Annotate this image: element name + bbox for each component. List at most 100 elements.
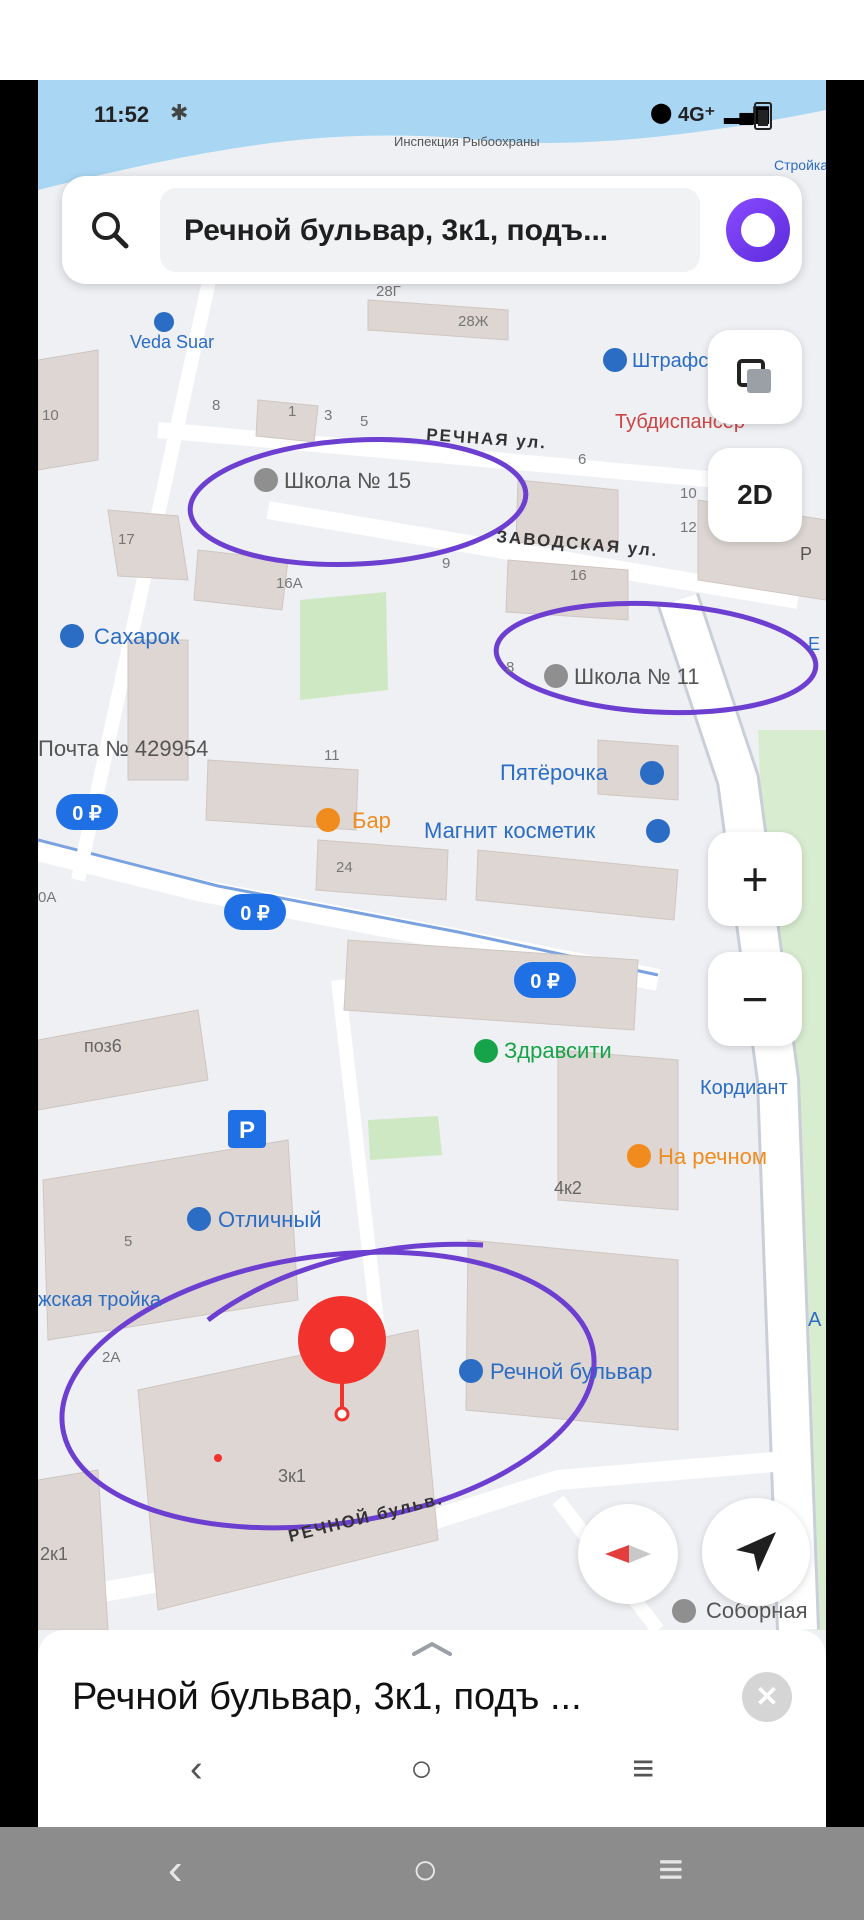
cosmetics-icon[interactable] [646, 819, 670, 843]
search-icon[interactable] [86, 206, 134, 254]
parking-badge[interactable]: 0 ₽ [224, 894, 286, 930]
service-icon[interactable] [603, 348, 627, 372]
label-shtraf[interactable]: Штрафс [632, 350, 708, 372]
label-zdravsiti[interactable]: Здравсити [504, 1038, 612, 1063]
shop-icon[interactable] [640, 761, 664, 785]
sheet-address: Речной бульвар, 3к1, подъ ... [72, 1676, 582, 1718]
label-building-3k1: 3к1 [278, 1466, 306, 1486]
label-veda-suar[interactable]: Veda Suar [130, 332, 214, 352]
system-home-icon[interactable]: ○ [412, 1845, 439, 1895]
pin-dot [330, 1328, 354, 1352]
label-pyaterochka[interactable]: Пятёрочка [500, 760, 609, 785]
bar-icon[interactable] [316, 808, 340, 832]
school-icon[interactable] [544, 664, 568, 688]
church-icon[interactable] [672, 1599, 696, 1623]
compass-button[interactable] [578, 1504, 678, 1604]
house-number: 1 [288, 403, 296, 420]
compass-icon [605, 1545, 651, 1563]
system-nav-bar: ‹ ○ ≡ [0, 1827, 864, 1920]
house-number: 8 [506, 659, 514, 676]
shop-icon[interactable] [60, 624, 84, 648]
house-number: 28Ж [458, 313, 489, 330]
layers-icon [737, 359, 771, 393]
zoom-out-button[interactable]: − [708, 952, 802, 1046]
house-number: 16А [276, 575, 303, 592]
school-icon[interactable] [254, 468, 278, 492]
house-number: 24 [336, 859, 353, 876]
label-troika[interactable]: жская тройка [38, 1289, 162, 1311]
label-rechnoy-bulvar-poi[interactable]: Речной бульвар [490, 1359, 652, 1384]
business-icon[interactable] [187, 1207, 211, 1231]
label-school-15[interactable]: Школа № 15 [284, 468, 411, 493]
house-number: 10 [680, 485, 697, 502]
poi-icon[interactable] [154, 312, 174, 332]
search-bar[interactable]: Речной бульвар, 3к1, подъ... [62, 176, 802, 284]
voice-assistant-icon[interactable] [726, 198, 790, 262]
phone-screen: 0 ₽ 0 ₽ 0 ₽ P Veda Suar Штрафс Тубдиспан… [38, 80, 826, 1827]
house-number: 2А [102, 1349, 120, 1366]
house-number: 5 [124, 1233, 132, 1250]
pin-anchor [334, 1406, 350, 1422]
label-na-rechnom[interactable]: На речном [658, 1144, 767, 1169]
label-building-4k2: 4к2 [554, 1178, 582, 1198]
status-time: 11:52 [94, 102, 150, 127]
house-number: 9 [442, 555, 450, 572]
label-edge-a: А [808, 1309, 822, 1331]
system-recents-icon[interactable]: ≡ [658, 1845, 684, 1895]
svg-text:P: P [239, 1117, 255, 1144]
parking-badge[interactable]: 0 ₽ [514, 962, 576, 998]
system-back-icon[interactable]: ‹ [168, 1845, 183, 1895]
label-kordiant[interactable]: Кордиант [700, 1077, 788, 1099]
label-sakharok[interactable]: Сахарок [94, 624, 180, 649]
svg-text:0 ₽: 0 ₽ [72, 803, 102, 825]
house-number: 3 [324, 407, 332, 424]
status-bar: 11:52 ✱ ⬤ 4G⁺ ▂▄▆ [38, 80, 826, 150]
house-number: 28Г [376, 283, 401, 300]
layers-button[interactable] [708, 330, 802, 424]
sheet-handle-icon[interactable] [410, 1640, 454, 1656]
label-edge-e: E [808, 634, 820, 654]
search-input[interactable]: Речной бульвар, 3к1, подъ... [160, 188, 700, 272]
entrance-dot [214, 1454, 222, 1462]
park-area [300, 592, 388, 700]
label-bar[interactable]: Бар [352, 808, 391, 833]
house-number: 6 [578, 451, 586, 468]
parking-badge[interactable]: 0 ₽ [56, 794, 118, 830]
pharmacy-icon[interactable] [474, 1039, 498, 1063]
search-query: Речной бульвар, 3к1, подъ... [184, 214, 609, 247]
parking-sign[interactable]: P [228, 1110, 266, 1148]
label-stroika[interactable]: Стройка [774, 157, 826, 173]
mode-2d-button[interactable]: 2D [708, 448, 802, 542]
label-otlichny[interactable]: Отличный [218, 1207, 322, 1232]
app-home-icon[interactable]: ○ [410, 1748, 433, 1791]
bottom-sheet[interactable]: Речной бульвар, 3к1, подъ ... ✕ ‹ ○ ≡ [38, 1630, 826, 1827]
app-back-icon[interactable]: ‹ [190, 1748, 203, 1791]
drawn-circle-school11 [493, 600, 819, 716]
close-icon[interactable]: ✕ [742, 1672, 792, 1722]
settings-icon: ✱ [170, 100, 189, 125]
park-area [368, 1116, 442, 1160]
svg-text:0 ₽: 0 ₽ [240, 903, 270, 925]
left-border [0, 80, 38, 1827]
house-number: 5 [360, 413, 368, 430]
my-location-button[interactable] [702, 1498, 810, 1606]
network-indicator: 4G⁺ [678, 104, 716, 126]
label-building-poz6: поз6 [84, 1036, 122, 1056]
svg-text:0 ₽: 0 ₽ [530, 971, 560, 993]
app-recents-icon[interactable]: ≡ [632, 1748, 654, 1791]
label-magnit[interactable]: Магнит косметик [424, 818, 596, 843]
cafe-icon[interactable] [627, 1144, 651, 1168]
house-number: 10 [42, 407, 59, 424]
house-number: 17 [118, 531, 135, 548]
label-school-11[interactable]: Школа № 11 [574, 664, 700, 689]
business-icon[interactable] [459, 1359, 483, 1383]
house-number: 8 [212, 397, 220, 414]
top-margin [0, 0, 864, 80]
label-pochta[interactable]: Почта № 429954 [38, 736, 208, 761]
right-border [826, 80, 864, 1827]
house-number: 0А [38, 889, 56, 906]
zoom-in-button[interactable]: + [708, 832, 802, 926]
location-icon: ⬤ [650, 102, 673, 124]
label-edge-p: P [800, 544, 812, 564]
house-number: 16 [570, 567, 587, 584]
